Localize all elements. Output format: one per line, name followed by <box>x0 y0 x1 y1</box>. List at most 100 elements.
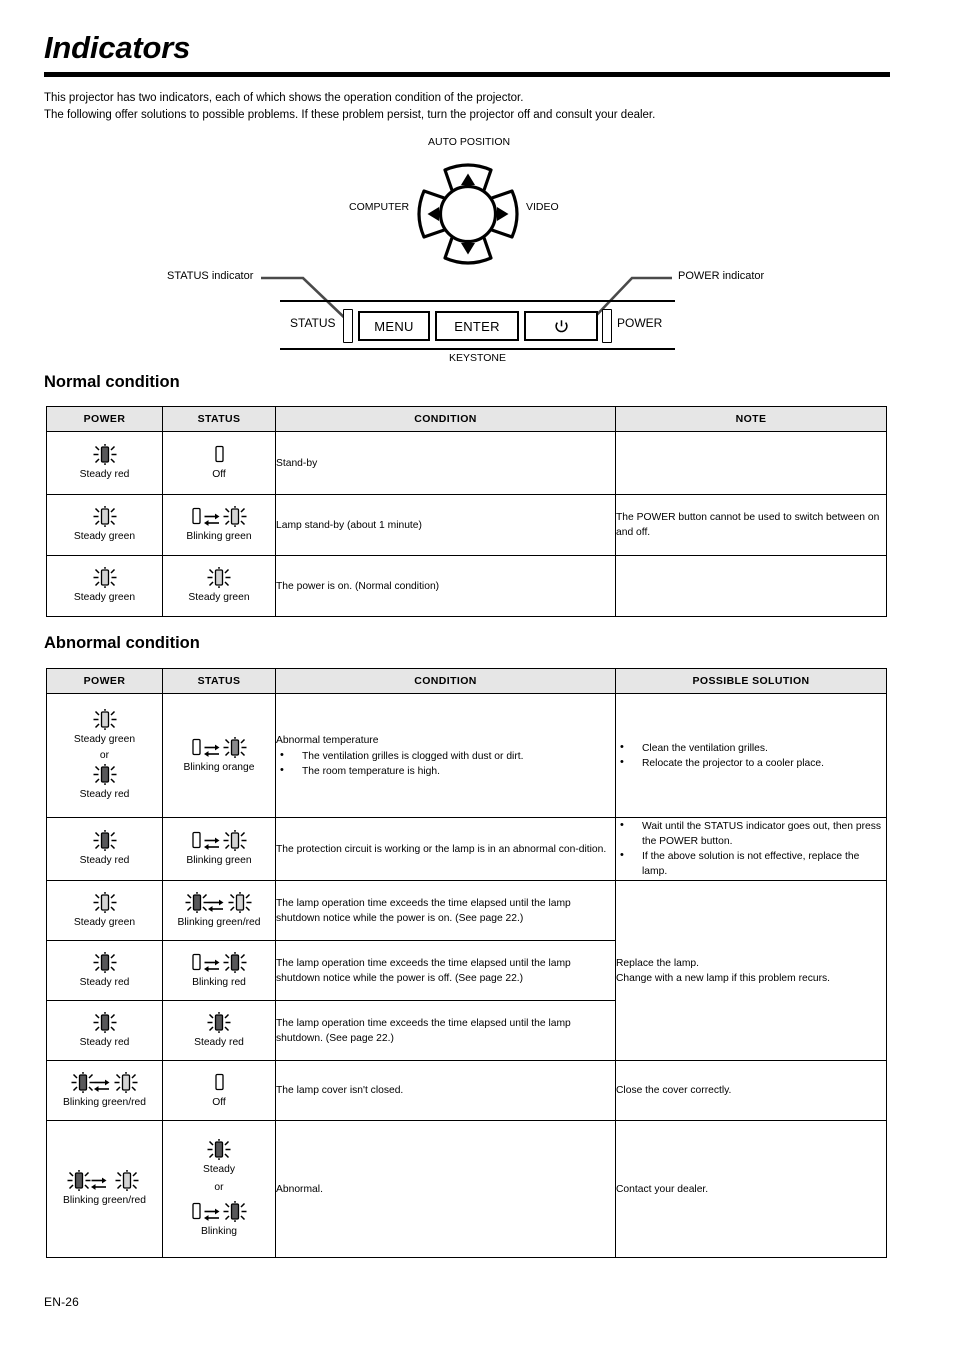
condition-cell: The power is on. (Normal condition) <box>275 555 616 617</box>
condition-cell: The lamp operation time exceeds the time… <box>275 880 616 941</box>
condition-title: Abnormal temperature <box>276 734 379 746</box>
blinking-green-red-icon <box>70 1071 140 1094</box>
solution-bullet-list: Clean the ventilation grilles. Relocate … <box>616 740 886 771</box>
status-state-cell: Blinking orange <box>162 693 276 818</box>
list-item: If the above solution is not effective, … <box>616 848 886 879</box>
blinking-red-icon <box>190 1201 248 1223</box>
blinking-green-red-icon <box>66 1170 144 1192</box>
solution-cell: Close the cover correctly. <box>615 1060 887 1121</box>
control-panel-diagram: AUTO POSITION COMPUTER VIDEO STATUS indi… <box>0 132 954 367</box>
status-text-label: STATUS <box>290 316 336 330</box>
power-state-caption: Steady red <box>79 1036 130 1048</box>
title-rule <box>44 72 890 77</box>
page-number: EN-26 <box>44 1295 80 1309</box>
power-state-caption: Steady green <box>73 734 136 745</box>
power-text-label: POWER <box>617 316 663 330</box>
blinking-orange-icon <box>190 736 248 759</box>
column-header-status: STATUS <box>162 406 276 432</box>
status-state-caption: Off <box>212 1096 226 1108</box>
power-state-caption: Steady red <box>79 976 130 988</box>
power-state-cell: Steady red <box>46 431 163 495</box>
status-state-caption: Blinking green <box>186 855 252 866</box>
power-state-cell: Steady red <box>46 1000 163 1061</box>
power-symbol-icon <box>554 319 568 332</box>
condition-bullet-list: The ventilation grilles is clogged with … <box>276 748 615 779</box>
status-state-cell: Blinking green <box>162 817 276 881</box>
condition-cell: Stand-by <box>275 431 616 495</box>
power-state-cell: Steady red <box>46 817 163 881</box>
table-header-row: POWER STATUS CONDITION POSSIBLE SOLUTION <box>46 668 887 694</box>
column-header-note: NOTE <box>615 406 887 432</box>
power-state-cell: Steady green or Steady red <box>46 693 163 818</box>
power-state-cell: Steady green <box>46 555 163 617</box>
status-state-cell: Steady or Blinking <box>162 1120 276 1258</box>
power-state-caption-2: Steady red <box>79 789 130 800</box>
solution-cell: Clean the ventilation grilles. Relocate … <box>615 693 887 818</box>
steady-green-icon <box>92 891 118 914</box>
column-header-condition: CONDITION <box>275 668 616 694</box>
status-state-caption: Steady red <box>194 1036 244 1048</box>
normal-condition-heading: Normal condition <box>44 373 180 391</box>
intro-line-2: The following offer solutions to possibl… <box>44 109 656 121</box>
list-item: Clean the ventilation grilles. <box>616 740 886 756</box>
list-item: The ventilation grilles is clogged with … <box>276 748 615 764</box>
table-row: Steady green Blinking green Lamp stand-b… <box>46 494 887 556</box>
steady-red-icon <box>92 1011 118 1034</box>
column-header-power: POWER <box>46 668 163 694</box>
status-state-cell: Off <box>162 1060 276 1121</box>
steady-red-icon <box>92 830 118 852</box>
column-header-power: POWER <box>46 406 163 432</box>
table-row: Steady green Steady green The power is o… <box>46 555 887 617</box>
menu-button[interactable]: MENU <box>358 311 430 341</box>
table-row: Steady red Blinking green The protection… <box>46 817 887 881</box>
normal-condition-table: POWER STATUS CONDITION NOTE Steady red O… <box>46 406 887 617</box>
power-state-cell: Blinking green/red <box>46 1120 163 1258</box>
status-state-caption: Blinking orange <box>183 761 255 773</box>
steady-green-icon <box>92 567 118 589</box>
condition-cell: The protection circuit is working or the… <box>275 817 616 881</box>
list-item: Wait until the STATUS indicator goes out… <box>616 818 886 849</box>
lamp-off-icon <box>213 1072 226 1094</box>
power-button[interactable] <box>524 311 598 341</box>
projector-control-strip: STATUS MENU ENTER POWER KEYSTONE <box>280 300 675 364</box>
document-page: Indicators This projector has two indica… <box>0 0 954 1348</box>
solution-cell: Wait until the STATUS indicator goes out… <box>615 817 887 881</box>
intro-paragraph: This projector has two indicators, each … <box>44 90 904 124</box>
status-state-caption-2: Blinking <box>200 1226 238 1237</box>
power-state-caption: Steady green <box>73 531 136 542</box>
solution-bullet-list: Wait until the STATUS indicator goes out… <box>616 818 886 879</box>
steady-red-icon <box>92 951 118 974</box>
status-indicator-lamp <box>343 309 353 343</box>
steady-red-icon <box>92 444 118 466</box>
steady-green-icon <box>92 709 118 731</box>
table-row: Steady green Blinking green/red The lamp… <box>46 880 887 1061</box>
status-state-cell: Steady red <box>162 1000 276 1061</box>
strip-top-rule <box>280 300 675 302</box>
table-row: Blinking green/red Off The lamp cover is… <box>46 1060 887 1121</box>
table-header-row: POWER STATUS CONDITION NOTE <box>46 406 887 432</box>
column-header-condition: CONDITION <box>275 406 616 432</box>
status-state-caption: Steady <box>202 1164 236 1175</box>
list-item: Relocate the projector to a cooler place… <box>616 755 886 771</box>
status-state-caption: Off <box>212 469 226 480</box>
power-state-or: or <box>99 750 110 761</box>
power-state-caption: Blinking green/red <box>63 1096 146 1108</box>
power-state-cell: Steady green <box>46 494 163 556</box>
enter-button[interactable]: ENTER <box>435 311 519 341</box>
strip-bottom-rule <box>280 348 675 350</box>
solution-cell-merged: Replace the lamp. Change with a new lamp… <box>615 880 887 1061</box>
status-state-cell: Blinking green <box>162 494 276 556</box>
steady-red-icon <box>92 764 118 786</box>
status-state-cell: Blinking red <box>162 940 276 1001</box>
note-cell <box>615 431 887 495</box>
condition-cell: The lamp operation time exceeds the time… <box>275 940 616 1001</box>
power-state-caption: Blinking green/red <box>63 1195 146 1206</box>
condition-cell: The lamp operation time exceeds the time… <box>275 1000 616 1061</box>
abnormal-condition-table: POWER STATUS CONDITION POSSIBLE SOLUTION… <box>46 668 887 1258</box>
power-state-caption: Steady green <box>73 916 136 928</box>
status-state-caption: Blinking green/red <box>177 916 261 928</box>
table-row: Blinking green/red Steady or Blinking Ab… <box>46 1120 887 1258</box>
steady-green-icon <box>206 567 232 589</box>
power-state-caption: Steady red <box>79 855 130 866</box>
power-state-caption: Steady red <box>79 469 130 480</box>
